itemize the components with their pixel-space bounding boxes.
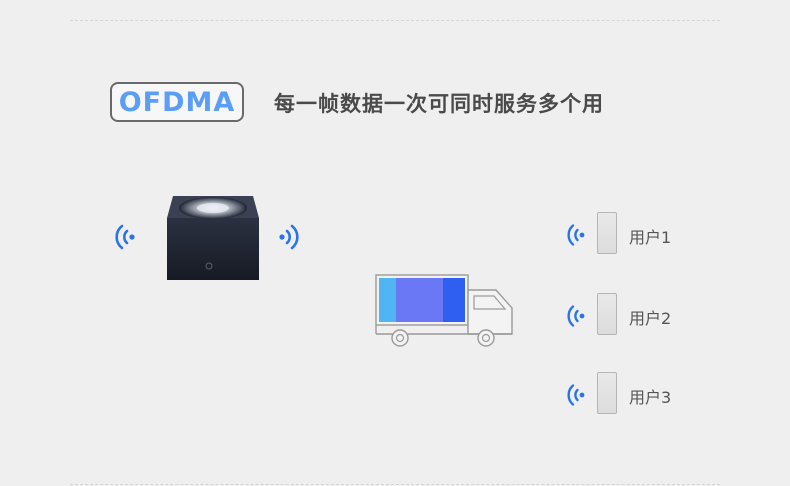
wifi-signal-icon: [567, 384, 585, 406]
wifi-signal-icon: [567, 305, 585, 327]
user-label: 用户2: [629, 309, 672, 328]
user-label: 用户1: [629, 228, 672, 247]
badge-text: OFDMA: [118, 86, 236, 118]
user-row-1: 用户1: [565, 212, 705, 256]
ofdma-badge: OFDMA: [110, 82, 244, 122]
user-row-2: 用户2: [565, 293, 705, 337]
delivery-truck-icon: [375, 274, 513, 347]
phone-icon: [597, 212, 617, 254]
page-title: 每一帧数据一次可同时服务多个用: [274, 92, 604, 116]
router-device-icon: [167, 196, 259, 280]
top-divider: [70, 20, 720, 21]
cargo-block-1: [379, 278, 396, 322]
phone-icon: [597, 372, 617, 414]
wifi-signal-left-icon: [115, 224, 135, 250]
cargo-block-3: [443, 278, 465, 322]
user-label: 用户3: [629, 388, 672, 407]
wifi-signal-icon: [567, 224, 585, 246]
cargo-block-2: [396, 278, 443, 322]
user-row-3: 用户3: [565, 372, 705, 416]
bottom-divider: [70, 484, 720, 485]
phone-icon: [597, 293, 617, 335]
wifi-signal-right-icon: [279, 224, 299, 250]
